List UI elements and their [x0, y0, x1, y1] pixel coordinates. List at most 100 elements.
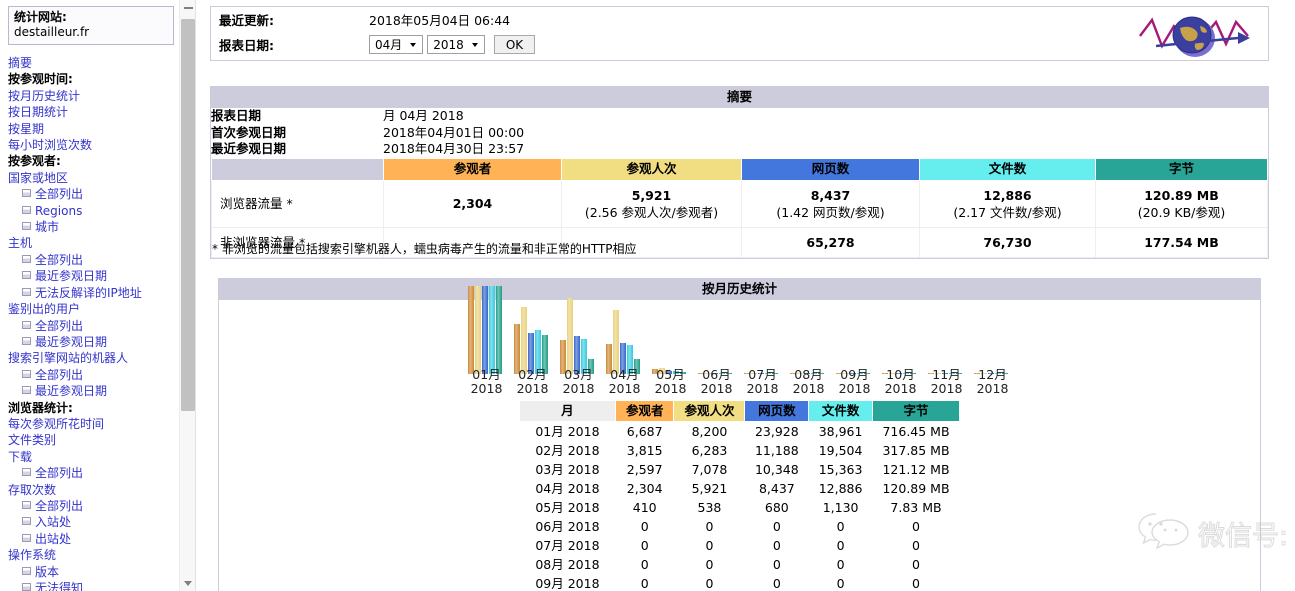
- sidebar-item-20[interactable]: 最近参观日期: [8, 383, 178, 399]
- sidebar-item-27[interactable]: 全部列出: [8, 498, 178, 514]
- sidebar-item-23[interactable]: 文件类别: [8, 432, 178, 448]
- chart-bar-group: [790, 300, 826, 374]
- chevron-down-icon: [410, 43, 416, 47]
- chevron-down-icon: [184, 581, 192, 586]
- chart-x-label: 10月2018: [878, 368, 924, 396]
- sidebar-item-32[interactable]: 无法得知: [8, 580, 178, 591]
- history-cell-3: 23,928: [745, 422, 809, 442]
- sidebar-item-2[interactable]: 按月历史统计: [8, 88, 178, 104]
- history-cell-0: 06月 2018: [519, 517, 615, 536]
- summary-row-value: 月 04月 2018: [383, 108, 1268, 125]
- history-cell-1: 6,687: [615, 422, 674, 442]
- chart-bar: [468, 286, 474, 374]
- chart-x-label-year: 2018: [924, 382, 970, 396]
- sidebar-item-7[interactable]: 国家或地区: [8, 170, 178, 186]
- chart-x-label-year: 2018: [786, 382, 832, 396]
- chevron-down-icon: [472, 43, 478, 47]
- month-select[interactable]: 04月: [369, 35, 423, 54]
- history-cell-1: 410: [615, 498, 674, 517]
- metric-subvalue: (2.56 参观人次/参观者): [562, 204, 741, 221]
- sidebar-item-19[interactable]: 全部列出: [8, 367, 178, 383]
- history-cell-3: 0: [745, 555, 809, 574]
- sidebar-item-9[interactable]: Regions: [8, 203, 178, 219]
- report-date-label: 报表日期:: [211, 32, 274, 57]
- sidebar-scrollbar[interactable]: [179, 0, 195, 591]
- chart-x-label-month: 07月: [740, 368, 786, 382]
- sidebar-item-3[interactable]: 按日期统计: [8, 104, 178, 120]
- chart-x-label: 07月2018: [740, 368, 786, 396]
- sidebar-item-22[interactable]: 每次参观所花时间: [8, 416, 178, 432]
- sidebar-item-16[interactable]: 全部列出: [8, 318, 178, 334]
- sidebar-item-31[interactable]: 版本: [8, 564, 178, 580]
- report-header-table: 最近更新: 2018年05月04日 06:44 报表日期: 04月2018OK: [211, 7, 535, 57]
- bullet-square-icon: [22, 583, 31, 591]
- ok-button[interactable]: OK: [494, 35, 535, 54]
- chart-x-label-month: 12月: [970, 368, 1016, 382]
- sidebar-item-4[interactable]: 按星期: [8, 121, 178, 137]
- sidebar-item-15[interactable]: 鉴别出的用户: [8, 301, 178, 317]
- history-cell-1: 0: [615, 574, 674, 591]
- summary-row: 首次参观日期2018年04月01日 00:00: [211, 125, 1268, 142]
- history-cell-0: 07月 2018: [519, 536, 615, 555]
- chart-x-label-month: 03月: [556, 368, 602, 382]
- sidebar-item-0[interactable]: 摘要: [8, 55, 178, 71]
- chart-plot-area: 01月201802月201803月201804月201805月201806月20…: [219, 300, 1260, 396]
- sidebar-item-10[interactable]: 城市: [8, 219, 178, 235]
- summary-title: 摘要: [211, 87, 1268, 108]
- sidebar-item-11[interactable]: 主机: [8, 235, 178, 251]
- history-title: 按月历史统计: [219, 279, 1260, 300]
- sidebar-item-12[interactable]: 全部列出: [8, 252, 178, 268]
- year-select[interactable]: 2018: [427, 35, 485, 54]
- chart-x-label-year: 2018: [970, 382, 1016, 396]
- sidebar-item-13[interactable]: 最近参观日期: [8, 268, 178, 284]
- nav-list: 摘要按参观时间:按月历史统计按日期统计按星期每小时浏览次数按参观者:国家或地区全…: [8, 55, 178, 591]
- sidebar-item-8[interactable]: 全部列出: [8, 186, 178, 202]
- sidebar-item-30[interactable]: 操作系统: [8, 547, 178, 563]
- bullet-square-icon: [22, 271, 31, 279]
- sidebar-item-5[interactable]: 每小时浏览次数: [8, 137, 178, 153]
- history-cell-3: 10,348: [745, 460, 809, 479]
- scroll-down-button[interactable]: [180, 575, 196, 591]
- summary-info-table: 报表日期月 04月 2018首次参观日期2018年04月01日 00:00最近参…: [211, 108, 1268, 158]
- summary-row-value: 2018年04月30日 23:57: [383, 141, 1268, 158]
- bullet-square-icon: [22, 567, 31, 575]
- chart-bar: [489, 286, 495, 374]
- metric-header-3: 网页数: [742, 158, 920, 180]
- summary-row-key: 最近参观日期: [211, 141, 383, 158]
- sidebar-item-26[interactable]: 存取次数: [8, 482, 178, 498]
- sidebar-item-28[interactable]: 入站处: [8, 514, 178, 530]
- history-header-2: 参观人次: [674, 401, 745, 422]
- scroll-up-button[interactable]: [180, 0, 196, 16]
- chart-bar-group: [560, 300, 596, 374]
- chart-bar-group: [652, 300, 688, 374]
- history-cell-0: 08月 2018: [519, 555, 615, 574]
- summary-row-value: 2018年04月01日 00:00: [383, 125, 1268, 142]
- scrollbar-thumb[interactable]: [181, 19, 195, 411]
- sidebar-item-29[interactable]: 出站处: [8, 531, 178, 547]
- table-row: 08月 201800000: [519, 555, 959, 574]
- bullet-square-icon: [22, 534, 31, 542]
- summary-row-key: 报表日期: [211, 108, 383, 125]
- table-row: 浏览器流量 *2,3045,921(2.56 参观人次/参观者)8,437(1.…: [212, 180, 1268, 227]
- sidebar-item-label: 全部列出: [35, 253, 83, 267]
- chart-bar: [482, 286, 488, 374]
- history-cell-0: 03月 2018: [519, 460, 615, 479]
- chart-bar-group: [606, 300, 642, 374]
- history-cell-2: 6,283: [674, 441, 745, 460]
- history-cell-4: 0: [809, 536, 873, 555]
- sidebar-item-14[interactable]: 无法反解译的IP地址: [8, 285, 178, 301]
- summary-row: 最近参观日期2018年04月30日 23:57: [211, 141, 1268, 158]
- chart-x-label: 05月2018: [648, 368, 694, 396]
- sidebar-item-18[interactable]: 搜索引擎网站的机器人: [8, 350, 178, 366]
- history-cell-5: 121.12 MB: [872, 460, 959, 479]
- site-name: destailleur.fr: [14, 25, 168, 40]
- sidebar-item-24[interactable]: 下载: [8, 449, 178, 465]
- awstats-page: 统计网站: destailleur.fr 摘要按参观时间:按月历史统计按日期统计…: [0, 0, 1295, 591]
- sidebar-item-17[interactable]: 最近参观日期: [8, 334, 178, 350]
- history-cell-2: 0: [674, 574, 745, 591]
- history-cell-2: 0: [674, 555, 745, 574]
- metric-value: 2,304: [384, 195, 561, 212]
- sidebar-item-25[interactable]: 全部列出: [8, 465, 178, 481]
- bullet-square-icon: [22, 189, 31, 197]
- sidebar-item-label: 全部列出: [35, 499, 83, 513]
